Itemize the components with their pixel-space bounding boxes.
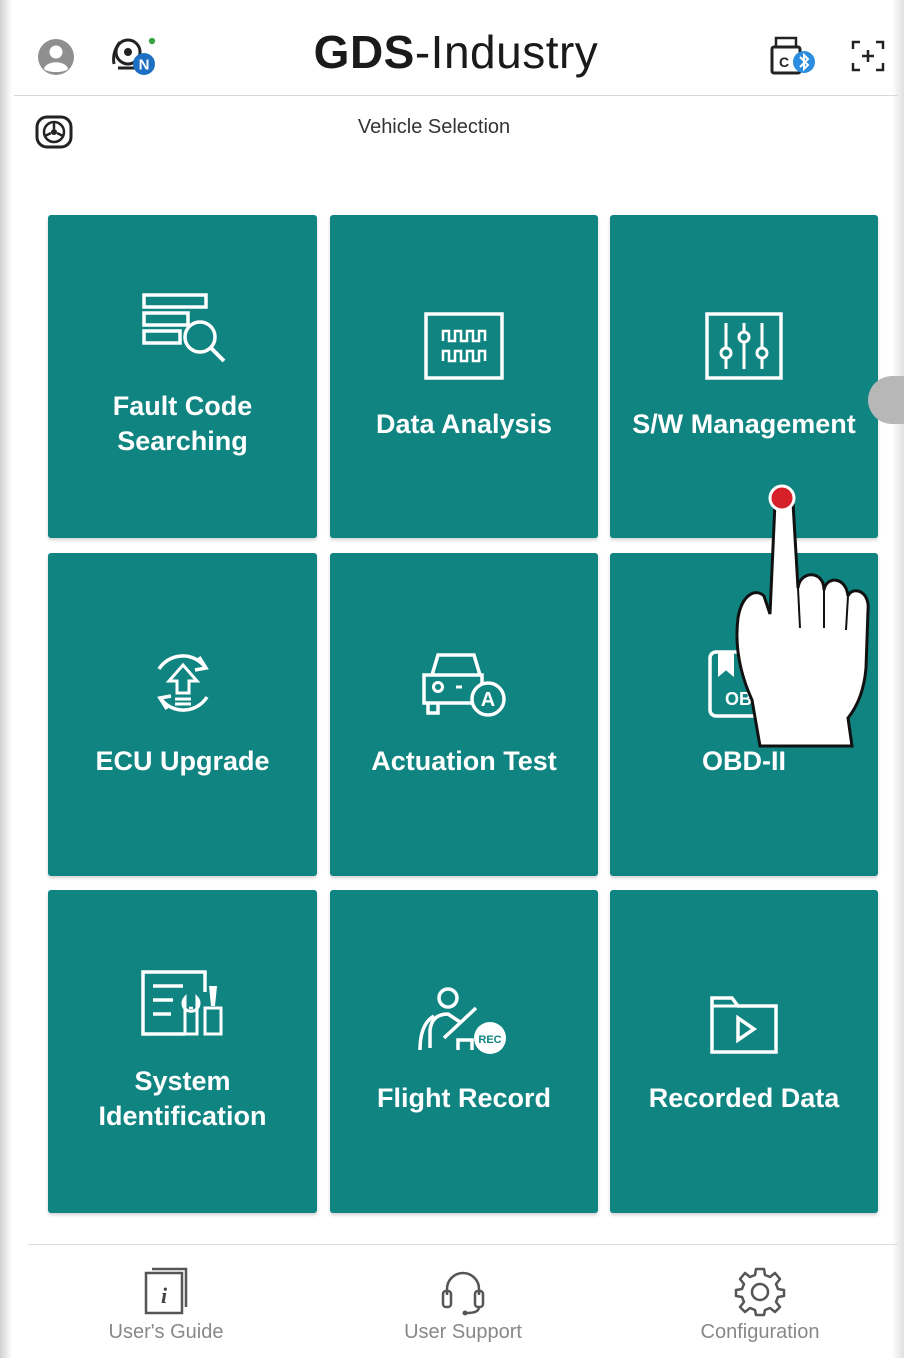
users-guide-icon: i: [66, 1265, 266, 1317]
rec-badge-text: REC: [478, 1034, 501, 1046]
app-window: N GDS-Industry C Vehicle Selection Fault…: [0, 0, 904, 1358]
users-guide-label: User's Guide: [108, 1321, 224, 1343]
configuration-button[interactable]: Configuration: [660, 1245, 860, 1359]
tile-label: Actuation Test: [371, 746, 557, 776]
user-support-button[interactable]: User Support: [363, 1245, 563, 1359]
tile-label: System Identification: [98, 1066, 267, 1131]
logo-bold: GDS: [313, 26, 415, 78]
tile-label: Flight Record: [377, 1083, 551, 1113]
svg-text:A: A: [481, 689, 495, 711]
user-support-label: User Support: [404, 1321, 522, 1343]
svg-text:C: C: [779, 54, 789, 70]
gear-icon: [660, 1265, 860, 1317]
headset-icon: [363, 1265, 563, 1317]
tile-system-identification[interactable]: System Identification: [48, 890, 317, 1213]
tile-fault-code-searching[interactable]: Fault Code Searching: [48, 215, 317, 538]
tile-label: Recorded Data: [648, 1083, 840, 1113]
ecu-upgrade-icon: [48, 645, 317, 721]
tap-hand-overlay: [735, 484, 870, 748]
system-identification-icon: [48, 968, 317, 1040]
tile-data-analysis[interactable]: Data Analysis: [330, 215, 598, 538]
flight-record-icon: REC: [330, 986, 598, 1056]
right-edge-shadow: [892, 0, 904, 1358]
fullscreen-icon[interactable]: [848, 38, 888, 74]
left-edge-shadow: [0, 0, 12, 1358]
tile-ecu-upgrade[interactable]: ECU Upgrade: [48, 553, 317, 876]
vehicle-selection-title[interactable]: Vehicle Selection: [14, 116, 854, 139]
tile-label: Fault Code Searching: [112, 391, 253, 456]
bottom-toolbar: i User's Guide User Support Configuratio…: [28, 1244, 898, 1359]
tile-flight-record[interactable]: REC Flight Record: [330, 890, 598, 1213]
tile-label: ECU Upgrade: [95, 746, 270, 776]
guide-glyph: i: [161, 1283, 168, 1308]
fault-code-search-icon: [48, 293, 317, 363]
tile-label: Data Analysis: [375, 409, 553, 439]
logo-light: -Industry: [414, 26, 599, 78]
tile-recorded-data[interactable]: Recorded Data: [610, 890, 878, 1213]
app-header: N GDS-Industry C: [14, 0, 898, 96]
tile-label: S/W Management: [632, 409, 856, 439]
data-analysis-icon: [330, 311, 598, 383]
tile-actuation-test[interactable]: A Actuation Test: [330, 553, 598, 876]
actuation-test-icon: A: [330, 649, 598, 721]
sw-management-icon: [610, 311, 878, 383]
configuration-label: Configuration: [700, 1321, 820, 1343]
app-logo: GDS-Industry: [14, 22, 898, 82]
vehicle-selection-bar: Vehicle Selection: [14, 96, 898, 166]
users-guide-button[interactable]: i User's Guide: [66, 1245, 266, 1359]
recorded-data-icon: [610, 986, 878, 1058]
usb-bluetooth-icon[interactable]: C: [770, 34, 822, 78]
tap-indicator: [768, 484, 796, 512]
